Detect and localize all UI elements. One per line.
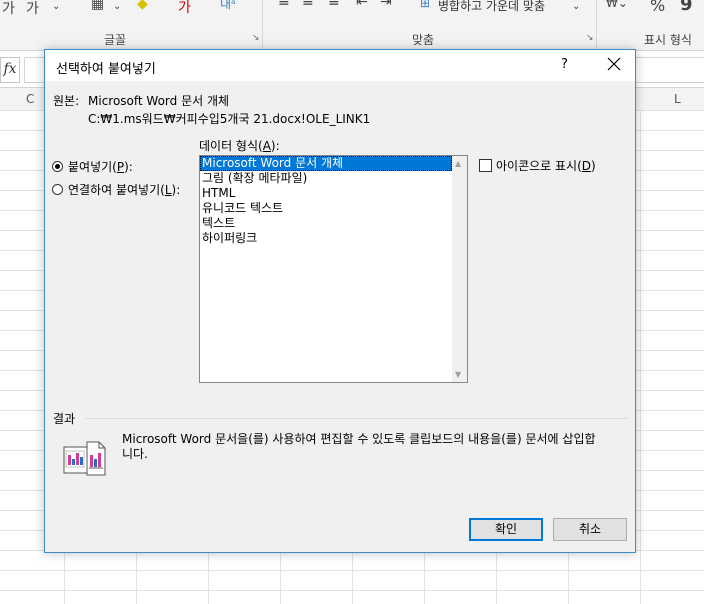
comma-style-button[interactable]: 9 <box>680 0 693 15</box>
format-list: Microsoft Word 문서 개체 그림 (확장 메타파일) HTML 유… <box>200 156 452 246</box>
borders-dropdown-icon[interactable]: ⌄ <box>113 1 121 12</box>
result-label: 결과 <box>53 412 76 426</box>
ribbon-separator <box>596 0 597 48</box>
result-divider <box>85 418 629 419</box>
align-center-icon[interactable]: ≡ <box>302 0 314 10</box>
result-description: Microsoft Word 문서을(를) 사용하여 편집할 수 있도록 클립보… <box>122 432 596 461</box>
format-list-item[interactable]: 그림 (확장 메타파일) <box>200 171 452 186</box>
source-path: C:₩1.ms워드₩커피수입5개국 21.docx!OLE_LINK1 <box>88 112 371 126</box>
percent-style-button[interactable]: % <box>650 0 665 15</box>
help-button[interactable]: ? <box>561 57 568 72</box>
insert-function-button[interactable]: fx <box>0 57 20 83</box>
paste-object-icon <box>63 441 106 476</box>
column-header-c[interactable]: C <box>26 92 34 106</box>
format-list-item[interactable]: Microsoft Word 문서 개체 <box>200 156 452 171</box>
decrease-indent-icon[interactable]: ⇤ <box>356 0 368 10</box>
dialog-title: 선택하여 붙여넣기 <box>56 62 156 77</box>
font-color-icon[interactable]: 가 <box>178 0 191 17</box>
align-left-icon[interactable]: ≡ <box>278 0 290 10</box>
phonetic-icon[interactable]: 내ᵃ <box>220 0 236 12</box>
display-as-icon-option[interactable]: 아이콘으로 표시(D) <box>479 157 596 174</box>
fill-color-icon[interactable]: ◆ <box>137 0 148 12</box>
borders-icon[interactable]: ▦ <box>91 0 104 12</box>
format-list-item[interactable]: 텍스트 <box>200 216 452 231</box>
format-listbox[interactable]: Microsoft Word 문서 개체 그림 (확장 메타파일) HTML 유… <box>199 155 468 383</box>
alignment-group-label: 맞춤 <box>412 33 435 47</box>
underline-dropdown-icon[interactable]: ⌄ <box>52 1 60 12</box>
align-right-icon[interactable]: ≡ <box>328 0 340 10</box>
data-format-label: 데이터 형식(A): <box>199 139 280 153</box>
ribbon: 가 가 ⌄ ▦ ⌄ ◆ 가 내ᵃ ≡ ≡ ≡ ⇤ ⇥ ⊞ 병합하고 가운데 맞춤… <box>0 0 704 51</box>
display-as-icon-label: 아이콘으로 표시(D) <box>496 159 596 173</box>
increase-indent-icon[interactable]: ⇥ <box>380 0 392 10</box>
format-list-item[interactable]: 하이퍼링크 <box>200 231 452 246</box>
font-group-label: 글꼴 <box>104 33 127 47</box>
source-name: Microsoft Word 문서 개체 <box>88 94 230 108</box>
font-dialog-launcher-icon[interactable]: ↘ <box>252 33 260 43</box>
merge-center-button[interactable]: 병합하고 가운데 맞춤 <box>438 0 545 14</box>
scroll-down-icon[interactable]: ▼ <box>455 370 461 379</box>
paste-link-radio-option[interactable]: 연결하여 붙여넣기(L): <box>52 181 180 198</box>
cancel-button[interactable]: 취소 <box>553 518 627 541</box>
number-group-label: 표시 형식 <box>644 33 692 47</box>
ok-button[interactable]: 확인 <box>469 518 543 541</box>
paste-link-radio-label: 연결하여 붙여넣기(L): <box>68 183 181 197</box>
paste-special-dialog: 선택하여 붙여넣기 ? 원본: Microsoft Word 문서 개체 C:₩… <box>44 49 636 553</box>
format-list-scrollbar[interactable]: ▲ ▼ <box>452 156 467 382</box>
source-label: 원본: <box>53 94 80 108</box>
merge-dropdown-icon[interactable]: ⌄ <box>572 1 580 12</box>
paste-radio-button[interactable] <box>52 161 63 172</box>
merge-icon[interactable]: ⊞ <box>420 0 430 10</box>
format-list-item[interactable]: HTML <box>200 186 452 201</box>
font-size-decrease-icon[interactable]: 가 <box>26 0 39 18</box>
paste-link-radio-button[interactable] <box>52 184 63 195</box>
ribbon-separator <box>262 0 263 48</box>
font-size-increase-icon[interactable]: 가 <box>2 0 15 18</box>
display-as-icon-checkbox[interactable] <box>479 159 492 172</box>
dialog-titlebar[interactable]: 선택하여 붙여넣기 ? <box>45 50 635 81</box>
paste-radio-option[interactable]: 붙여넣기(P): <box>52 158 133 175</box>
accounting-format-icon[interactable]: ₩⌄ <box>606 0 628 10</box>
scroll-up-icon[interactable]: ▲ <box>455 159 461 168</box>
column-header-l[interactable]: L <box>674 92 681 106</box>
close-icon[interactable] <box>604 54 624 74</box>
format-list-item[interactable]: 유니코드 텍스트 <box>200 201 452 216</box>
paste-radio-label: 붙여넣기(P): <box>68 160 133 174</box>
alignment-dialog-launcher-icon[interactable]: ↘ <box>586 33 594 43</box>
